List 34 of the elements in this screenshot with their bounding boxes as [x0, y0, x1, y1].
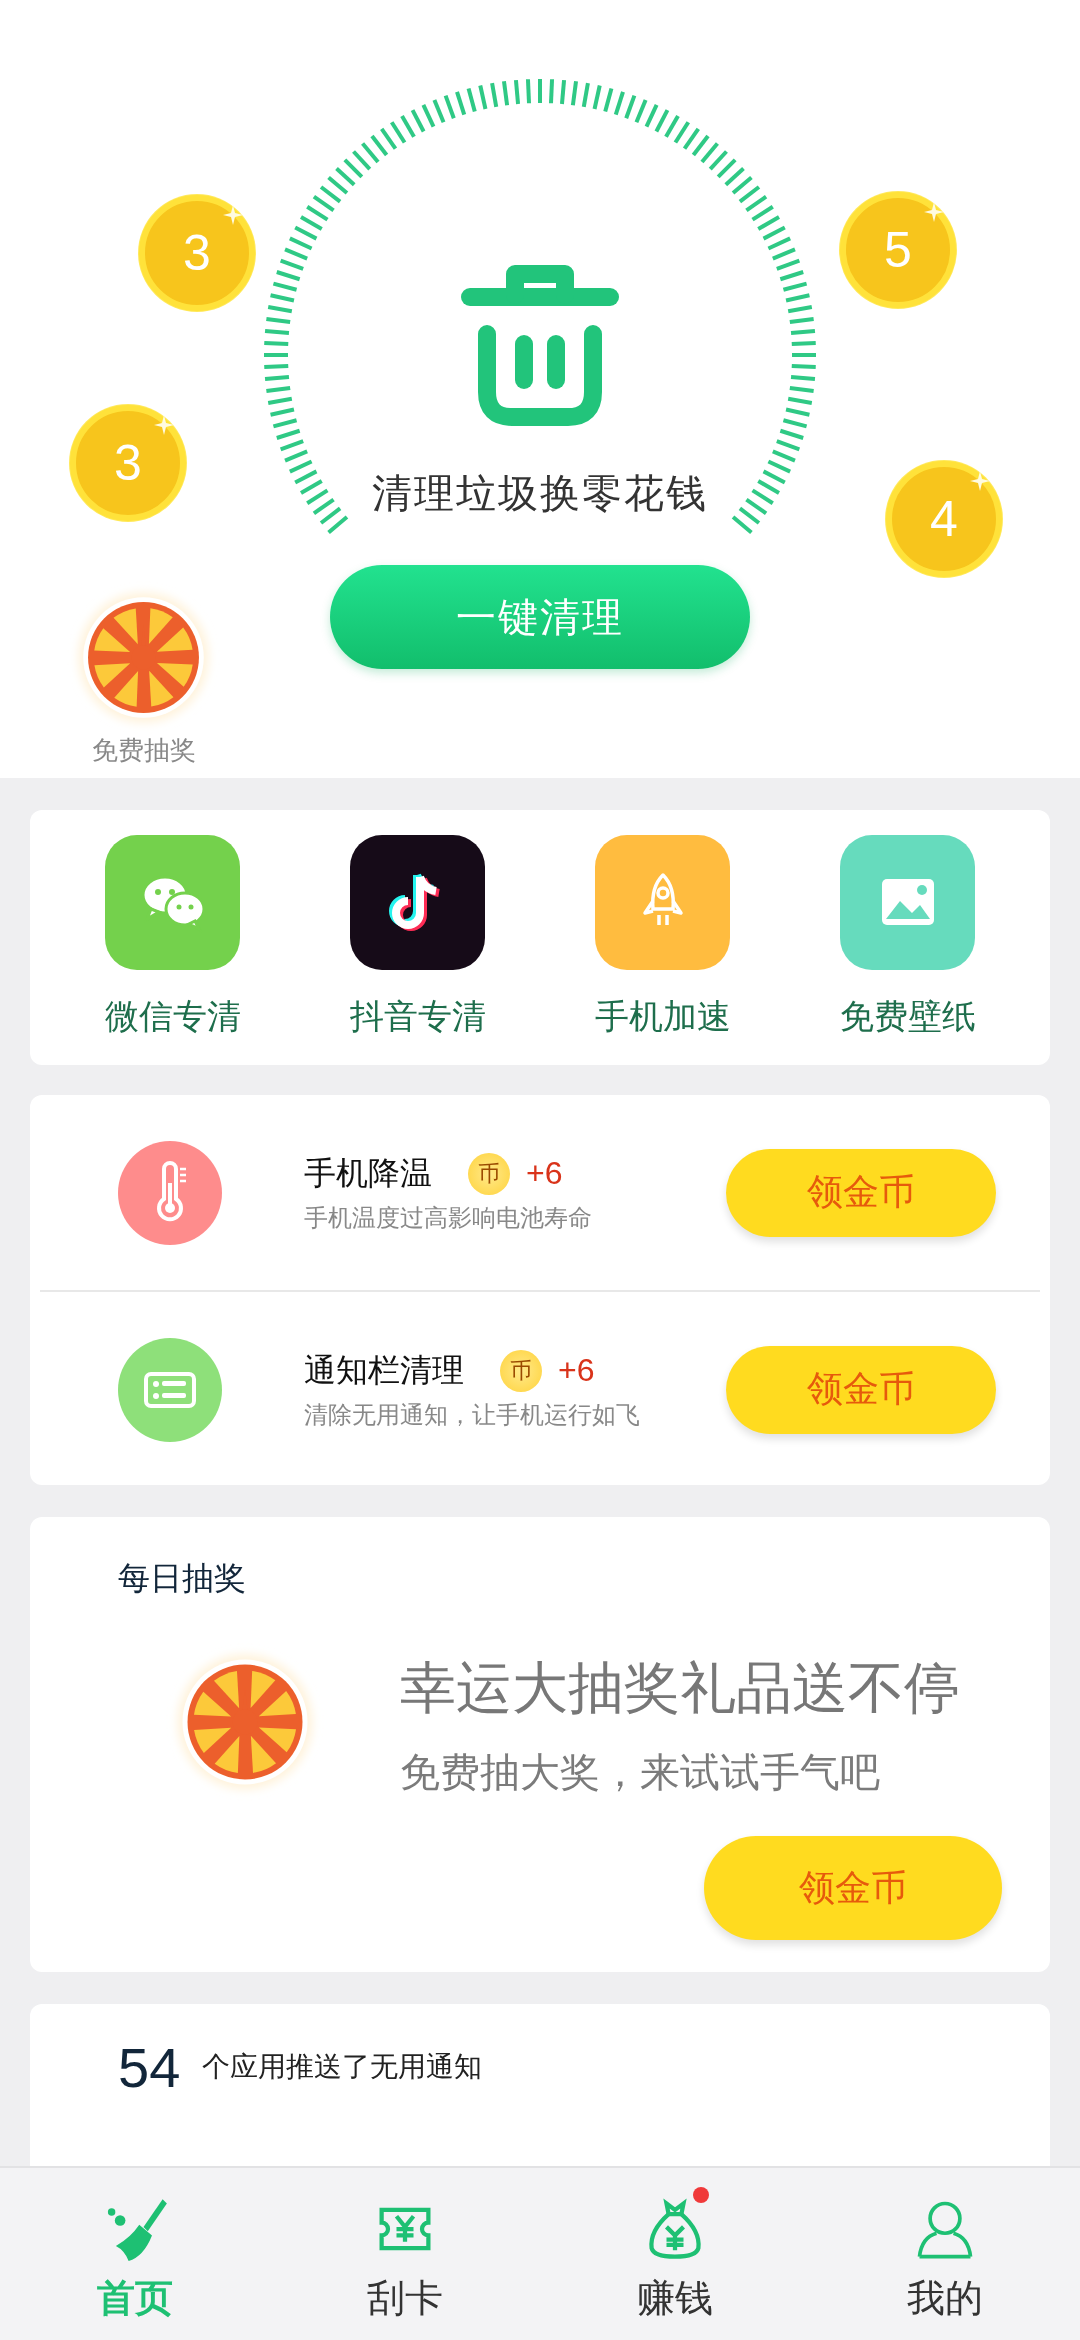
coin-reward[interactable]: 5 [840, 192, 956, 308]
coin-icon: 币 [468, 1152, 510, 1195]
prize-wheel-icon[interactable] [76, 590, 211, 725]
shortcut-item[interactable]: 微信专清 [62, 835, 283, 1040]
lottery-label: 免费抽奖 [91, 734, 196, 767]
section-heading: 每日抽奖 [118, 1559, 247, 1598]
claim-coins-button[interactable]: 领金币 [704, 1836, 1002, 1940]
prize-wheel-icon[interactable] [175, 1652, 315, 1792]
reward-amount: +6 [526, 1155, 563, 1192]
task-description: 清除无用通知，让手机运行如飞 [304, 1399, 641, 1430]
coin-reward[interactable]: 4 [886, 461, 1002, 577]
nav-tab[interactable]: 赚钱 [575, 2184, 775, 2324]
notification-summary: 个应用推送了无用通知 [202, 2050, 483, 2084]
claim-coins-button[interactable]: 领金币 [726, 1148, 996, 1237]
shortcut-item[interactable]: 免费壁纸 [797, 835, 1018, 1040]
shortcut-item[interactable]: 抖音专清 [307, 835, 528, 1040]
coin-reward[interactable]: 3 [70, 405, 186, 521]
nav-tab[interactable]: 刮卡 [305, 2184, 505, 2324]
trash-can-icon [460, 262, 620, 427]
nav-tab[interactable]: 首页 [35, 2184, 235, 2324]
shortcut-item[interactable]: 手机加速 [552, 835, 773, 1040]
task-title: 手机降温 [304, 1153, 432, 1193]
task-description: 手机温度过高影响电池寿命 [304, 1202, 593, 1233]
claim-coins-button[interactable]: 领金币 [726, 1345, 996, 1434]
lottery-subtitle: 免费抽大奖，来试试手气吧 [400, 1749, 881, 1796]
notification-count: 54 [118, 2034, 181, 2100]
nav-tab[interactable]: 我的 [845, 2184, 1045, 2324]
coin-icon: 币 [500, 1349, 542, 1392]
hero-heading: 清理垃圾换零花钱 [372, 470, 708, 517]
lottery-title: 幸运大抽奖礼品送不停 [400, 1655, 960, 1721]
reward-amount: +6 [558, 1352, 595, 1389]
coin-reward[interactable]: 3 [139, 195, 255, 311]
task-title: 通知栏清理 [304, 1350, 464, 1390]
clean-button[interactable]: 一键清理 [330, 565, 750, 669]
